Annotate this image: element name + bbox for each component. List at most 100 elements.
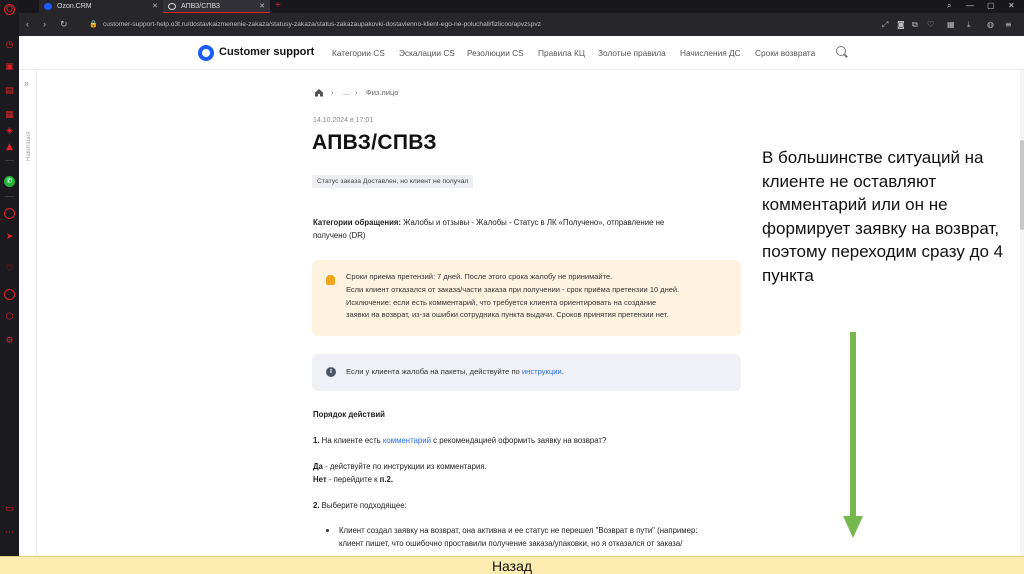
tab-apvz-spvz[interactable]: АПВЗ/СПВЗ ✕ <box>163 0 270 13</box>
close-icon[interactable]: ✕ <box>152 0 158 13</box>
easy-setup-icon[interactable]: ▦ <box>947 19 955 30</box>
minimize-icon[interactable]: — <box>966 0 974 12</box>
menu-icon[interactable]: ≡ <box>1005 19 1012 30</box>
downloads-icon[interactable]: ⤓ <box>967 19 971 30</box>
step-2: 2. Выберите подходящее: <box>313 499 407 512</box>
step-text: На клиенте есть <box>319 436 383 445</box>
breadcrumb-current[interactable]: Физ.лицо <box>366 88 398 97</box>
search-tabs-icon[interactable]: ⌕ <box>947 0 951 12</box>
app-icon[interactable]: ▦ <box>4 110 15 121</box>
article-date: 14.10.2024 в 17:01 <box>313 117 374 124</box>
logo-icon[interactable] <box>198 45 214 61</box>
status-badge: Статус заказа Доставлен, но клиент не по… <box>312 175 474 188</box>
instructions-link[interactable]: инструкции <box>522 367 562 376</box>
site-header: Customer support Категории CS Эскалации … <box>19 36 1024 70</box>
ozon-favicon-icon <box>44 3 52 10</box>
category-text: Жалобы и отзывы - Жалобы - Статус в ЛК «… <box>401 218 665 227</box>
breadcrumb-chevron-icon: › <box>355 88 358 97</box>
warning-text: Сроки приема претензий: 7 дней. После эт… <box>346 271 731 322</box>
close-icon[interactable]: ✕ <box>259 0 265 13</box>
tab-ozon-crm[interactable]: Ozon.CRM ✕ <box>39 0 163 13</box>
nav-kc-rules[interactable]: Правила КЦ <box>538 48 585 58</box>
extension-icon[interactable]: ⤢ <box>882 19 888 30</box>
new-tab-icon[interactable]: + <box>275 0 281 12</box>
no-label: Нет <box>313 475 327 484</box>
no-ref: п.2. <box>379 475 394 484</box>
warning-line: Сроки приема претензий: 7 дней. После эт… <box>346 272 613 281</box>
answer-no: Нет - перейдите к п.2. <box>313 473 393 486</box>
crypto-icon[interactable]: ◈ <box>4 126 15 137</box>
category-line: Категории обращения: Жалобы и отзывы - Ж… <box>313 216 664 229</box>
flame-icon[interactable]: ▲ <box>4 142 15 153</box>
profile-icon[interactable]: ◍ <box>987 19 994 30</box>
heart-icon[interactable]: ♡ <box>4 264 15 275</box>
list-bullet <box>326 529 329 532</box>
nav-categories-cs[interactable]: Категории CS <box>332 48 385 58</box>
back-arrow-icon[interactable]: ‹ <box>26 18 29 31</box>
nav-resolutions-cs[interactable]: Резолюции CS <box>467 48 524 58</box>
sidebar-divider <box>5 160 14 161</box>
settings-icon[interactable]: ⚙ <box>4 336 15 347</box>
step-1: 1. На клиенте есть комментарий с рекомен… <box>313 434 606 447</box>
list-item: Клиент создал заявку на возврат, она акт… <box>339 526 698 535</box>
bookmark-heart-icon[interactable]: ♡ <box>927 19 934 30</box>
page-scrollbar[interactable] <box>1020 70 1024 556</box>
camera-icon[interactable]: ◙ <box>897 19 905 30</box>
step-text: с рекомендацией оформить заявку на возвр… <box>430 436 607 445</box>
history-icon[interactable] <box>4 289 15 300</box>
info-text-end: . <box>561 367 564 376</box>
yes-text: - действуйте по инструкции из комментари… <box>322 462 487 471</box>
back-button[interactable]: Назад <box>0 556 1024 574</box>
reload-icon[interactable]: ↻ <box>60 18 68 31</box>
sidebar-divider <box>5 196 14 197</box>
warning-line: заявки на возврат, из-за ошибки сотрудни… <box>346 310 669 320</box>
maximize-icon[interactable]: ▢ <box>987 0 995 12</box>
yes-label: Да <box>313 462 323 471</box>
comment-link[interactable]: комментарий <box>383 436 431 445</box>
steps-heading-text: Порядок действий <box>313 410 385 419</box>
player-icon[interactable] <box>4 208 15 219</box>
tab-strip: Ozon.CRM ✕ АПВЗ/СПВЗ ✕ + ⌕ — ▢ ✕ <box>19 0 1024 13</box>
navigation-panel[interactable]: » Навигация <box>19 70 37 556</box>
tab-label: Ozon.CRM <box>57 3 92 10</box>
speed-dial-icon[interactable]: ◷ <box>4 40 15 51</box>
list-item-cont: клиент пишет, что ошибочно проставили по… <box>339 539 683 548</box>
home-icon[interactable] <box>314 88 324 97</box>
expand-chevron-icon[interactable]: » <box>24 78 29 88</box>
lock-icon: 🔒 <box>89 21 98 28</box>
nav-return-terms[interactable]: Сроки возврата <box>755 48 815 58</box>
step-text: Выберите подходящее: <box>319 501 407 510</box>
nav-escalations-cs[interactable]: Эскалации CS <box>399 48 455 58</box>
twitch-icon[interactable]: ▤ <box>4 86 15 97</box>
warning-line: Исключение: если есть комментарий, что т… <box>346 297 657 307</box>
more-icon[interactable]: ⋯ <box>4 528 15 539</box>
nav-accruals[interactable]: Начисления ДС <box>680 48 741 58</box>
warning-line: Если клиент отказался от заказа/части за… <box>346 284 680 294</box>
site-logo-text[interactable]: Customer support <box>219 46 314 58</box>
warning-callout: Сроки приема претензий: 7 дней. После эт… <box>312 260 741 336</box>
breadcrumb-chevron-icon: › <box>331 88 334 97</box>
bag-icon[interactable]: ▣ <box>4 62 15 73</box>
send-icon[interactable]: ➤ <box>4 232 15 243</box>
box-icon[interactable]: ⬡ <box>4 312 15 323</box>
info-text-body: Если у клиента жалоба на пакеты, действу… <box>346 367 522 376</box>
web-page: Customer support Категории CS Эскалации … <box>19 36 1024 556</box>
down-arrow-icon <box>843 516 863 538</box>
forward-arrow-icon[interactable]: › <box>43 18 46 31</box>
address-bar: ‹ › ↻ 🔒 customer-support-help.o3t.ru/dos… <box>19 13 1024 36</box>
whatsapp-icon[interactable]: ✆ <box>4 176 15 187</box>
annotation-text: В большинстве ситуаций на клиенте не ост… <box>762 148 1004 285</box>
nav-golden-rules[interactable]: Золотые правила <box>598 48 666 58</box>
info-icon: i <box>326 367 336 377</box>
search-icon[interactable] <box>836 46 846 56</box>
navigation-label: Навигация <box>26 131 32 161</box>
opera-logo-icon[interactable]: O <box>4 4 15 15</box>
url-field[interactable]: customer-support-help.o3t.ru/dostavkaizm… <box>103 19 541 30</box>
breadcrumb-ellipsis[interactable]: ... <box>343 88 349 97</box>
wallet-icon[interactable]: ▭ <box>4 504 15 515</box>
window-close-icon[interactable]: ✕ <box>1008 0 1015 12</box>
down-arrow-shaft <box>850 332 856 518</box>
snapshot-icon[interactable]: ⧉ <box>912 19 918 30</box>
scrollbar-thumb[interactable] <box>1020 140 1024 230</box>
page-favicon-icon <box>168 3 176 10</box>
